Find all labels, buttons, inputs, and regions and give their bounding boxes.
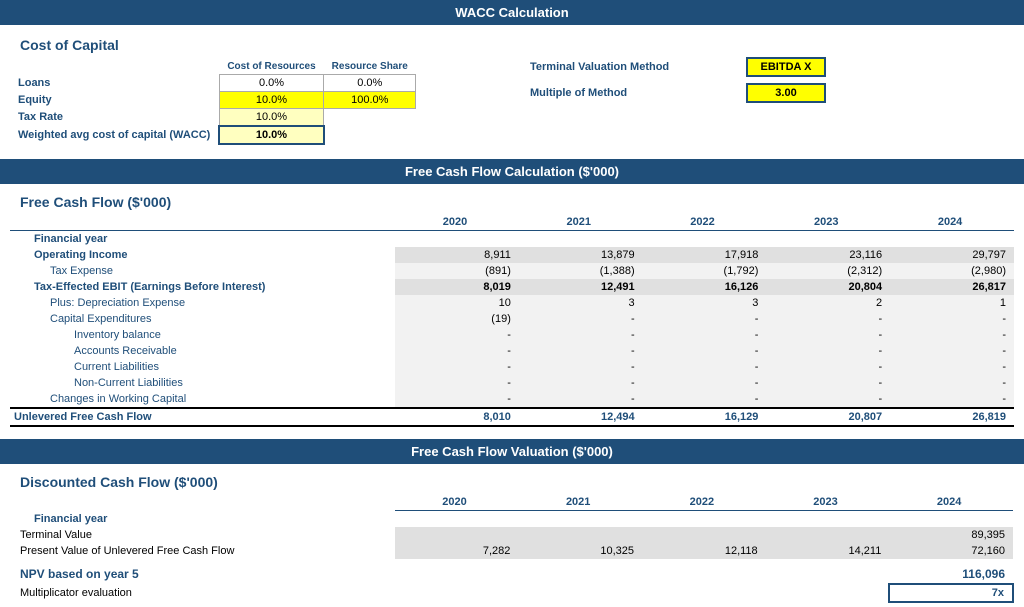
fcf-financial-year-row: Financial year — [10, 231, 1014, 248]
col-header-share: Resource Share — [324, 59, 416, 75]
fcf-section-header: Free Cash Flow Calculation ($'000) — [0, 159, 1024, 184]
dcf-npv-row: NPV based on year 5 116,096 — [10, 565, 1013, 584]
fcf-tax-effected-ebit-row: Tax-Effected EBIT (Earnings Before Inter… — [10, 279, 1014, 295]
dcf-table: 2020 2021 2022 2023 2024 Financial year … — [10, 494, 1014, 603]
fcf-year-header-row: 2020 2021 2022 2023 2024 — [10, 214, 1014, 231]
fcf-inventory-row: Inventory balance - - - - - — [10, 327, 1014, 343]
fcf-operating-income-row: Operating Income 8,911 13,879 17,918 23,… — [10, 247, 1014, 263]
fcf-working-capital-row: Changes in Working Capital - - - - - — [10, 391, 1014, 408]
terminal-valuation-value: EBITDA X — [746, 57, 826, 77]
multiple-method-value: 3.00 — [746, 83, 826, 103]
fcf-section-title: Free Cash Flow Calculation ($'000) — [405, 164, 619, 179]
valuation-section-header: Free Cash Flow Valuation ($'000) — [0, 439, 1024, 464]
fcf-total-row: Unlevered Free Cash Flow 8,010 12,494 16… — [10, 408, 1014, 426]
fcf-table: 2020 2021 2022 2023 2024 Financial year … — [10, 214, 1014, 427]
main-title-header: WACC Calculation — [0, 0, 1024, 25]
wacc-subtitle: Cost of Capital — [10, 31, 1014, 57]
terminal-valuation-row: Terminal Valuation Method EBITDA X — [530, 57, 826, 77]
fcf-ar-row: Accounts Receivable - - - - - — [10, 343, 1014, 359]
fcf-current-liab-row: Current Liabilities - - - - - — [10, 359, 1014, 375]
dcf-year-header-row: 2020 2021 2022 2023 2024 — [10, 494, 1013, 511]
dcf-terminal-value-row: Terminal Value 89,395 — [10, 527, 1013, 543]
fcf-subtitle: Free Cash Flow ($'000) — [10, 188, 1014, 214]
wacc-row-total: Weighted avg cost of capital (WACC) 10.0… — [10, 126, 416, 144]
fcf-capex-row: Capital Expenditures (19) - - - - — [10, 311, 1014, 327]
dcf-pv-row: Present Value of Unlevered Free Cash Flo… — [10, 543, 1013, 559]
fcf-tax-expense-row: Tax Expense (891) (1,388) (1,792) (2,312… — [10, 263, 1014, 279]
dcf-financial-year-label: Financial year — [10, 511, 1013, 527]
dcf-subtitle: Discounted Cash Flow ($'000) — [10, 468, 1014, 494]
wacc-row-tax: Tax Rate 10.0% — [10, 109, 416, 127]
wacc-row-equity: Equity 10.0% 100.0% — [10, 92, 416, 109]
main-title-text: WACC Calculation — [455, 5, 568, 20]
valuation-section-title: Free Cash Flow Valuation ($'000) — [411, 444, 613, 459]
col-header-cost: Cost of Resources — [219, 59, 323, 75]
fcf-noncurrent-liab-row: Non-Current Liabilities - - - - - — [10, 375, 1014, 391]
dcf-multi-row: Multiplicator evaluation 7x — [10, 584, 1013, 602]
wacc-row-loans: Loans 0.0% 0.0% — [10, 75, 416, 92]
multiple-method-row: Multiple of Method 3.00 — [530, 83, 826, 103]
fcf-depreciation-row: Plus: Depreciation Expense 10 3 3 2 1 — [10, 295, 1014, 311]
